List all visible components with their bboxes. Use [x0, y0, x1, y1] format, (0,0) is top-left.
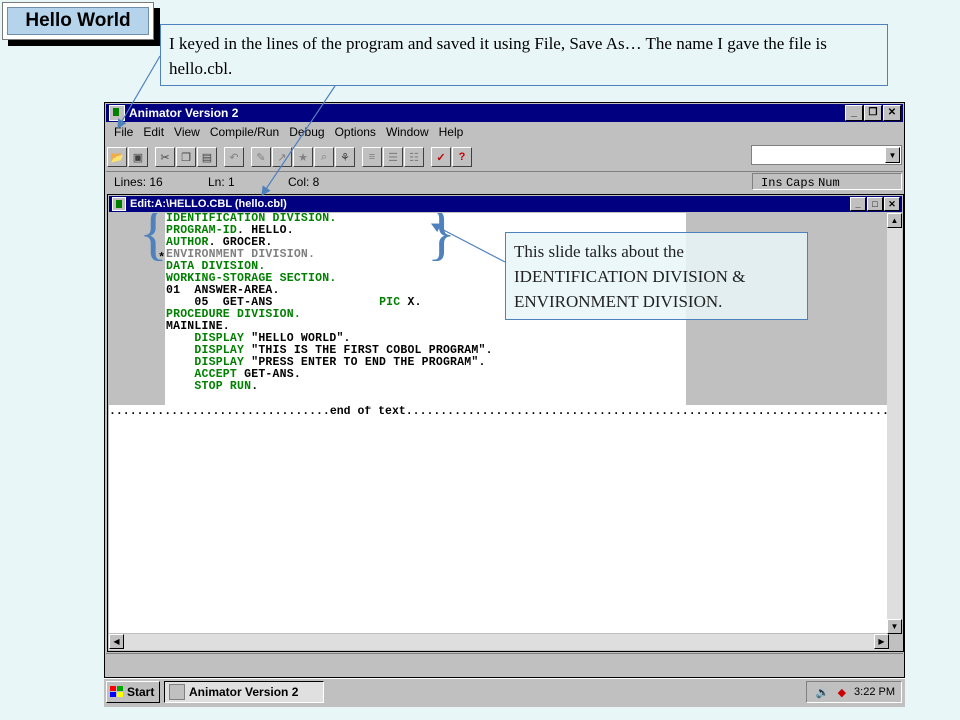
caps-indicator: Caps	[785, 176, 815, 190]
vertical-scrollbar[interactable]: ▲ ▼	[887, 213, 902, 634]
paste-icon[interactable]: ▤	[197, 147, 217, 167]
breakpoint-icon[interactable]: ☰	[383, 147, 403, 167]
find-icon[interactable]: ⌕	[314, 147, 334, 167]
end-of-text-label: end of text	[329, 406, 406, 418]
windows-logo-icon	[110, 686, 124, 698]
help-icon[interactable]: ?	[452, 147, 472, 167]
app-titlebar[interactable]: Animator Version 2 _ ❐ ✕	[106, 104, 903, 122]
taskbar-animator-label: Animator Version 2	[189, 685, 299, 699]
toolbar-dropdown[interactable]: ▼	[751, 145, 902, 165]
open-folder-icon[interactable]: 📂	[107, 147, 127, 167]
watch-icon[interactable]: ≡	[362, 147, 382, 167]
zoom-icon[interactable]: ★	[293, 147, 313, 167]
taskbar: Start Animator Version 2 🔊 ◆ 3:22 PM	[104, 678, 905, 707]
app-title: Animator Version 2	[129, 106, 239, 120]
taskbar-animator[interactable]: Animator Version 2	[164, 681, 324, 703]
start-button[interactable]: Start	[106, 681, 160, 703]
line-number: Ln: 1	[208, 175, 235, 189]
close-button[interactable]: ✕	[883, 105, 901, 121]
animator-window: Animator Version 2 _ ❐ ✕ File Edit View …	[104, 102, 905, 678]
chevron-down-icon[interactable]: ▼	[885, 147, 900, 163]
animate-icon[interactable]: ⚘	[335, 147, 355, 167]
animator-task-icon	[169, 684, 185, 700]
network-icon[interactable]: ◆	[838, 686, 846, 699]
callout-filename: I keyed in the lines of the program and …	[160, 24, 888, 86]
scroll-left-icon[interactable]: ◀	[109, 634, 124, 649]
save-icon[interactable]: ▣	[128, 147, 148, 167]
menu-view[interactable]: View	[169, 124, 205, 142]
menu-debug[interactable]: Debug	[284, 124, 329, 142]
horizontal-scrollbar[interactable]: ◀ ▶	[109, 634, 889, 650]
menu-file[interactable]: File	[109, 124, 138, 142]
editor-title: Edit:A:\HELLO.CBL (hello.cbl)	[130, 198, 287, 210]
animator-icon	[109, 105, 125, 121]
toolbar: 📂 ▣ ✂ ❐ ▤ ↶ ✎ ↗ ★ ⌕ ⚘ ≡ ☰ ☷ ✓ ?	[107, 145, 473, 169]
undo-icon[interactable]: ↶	[224, 147, 244, 167]
scroll-right-icon[interactable]: ▶	[874, 634, 889, 649]
editor-titlebar[interactable]: Edit:A:\HELLO.CBL (hello.cbl) _ □ ✕	[109, 196, 902, 212]
editor-maximize-button[interactable]: □	[867, 197, 883, 211]
end-of-text: ................................end of t…	[109, 406, 889, 418]
menu-window[interactable]: Window	[381, 124, 434, 142]
slide-title: Hello World	[7, 7, 149, 35]
speaker-icon[interactable]: 🔊	[816, 686, 830, 699]
menu-help[interactable]: Help	[434, 124, 469, 142]
cut-icon[interactable]: ✂	[155, 147, 175, 167]
step-icon[interactable]: ✎	[251, 147, 271, 167]
scroll-down-icon[interactable]: ▼	[887, 619, 902, 634]
menu-edit[interactable]: Edit	[138, 124, 169, 142]
editor-close-button[interactable]: ✕	[884, 197, 900, 211]
copy-icon[interactable]: ❐	[176, 147, 196, 167]
scroll-up-icon[interactable]: ▲	[887, 213, 902, 228]
right-brace: }	[427, 213, 456, 266]
column-number: Col: 8	[288, 175, 320, 189]
code-line: STOP RUN.	[194, 380, 259, 393]
slide-title-box: Hello World	[2, 2, 154, 40]
editor-minimize-button[interactable]: _	[850, 197, 866, 211]
check-icon[interactable]: ✓	[431, 147, 451, 167]
app-status-bar	[106, 653, 903, 676]
lines-count: Lines: 16	[114, 175, 163, 189]
num-indicator: Num	[818, 176, 840, 190]
menu-options[interactable]: Options	[330, 124, 381, 142]
restore-button[interactable]: ❐	[864, 105, 882, 121]
editor-status-row: Lines: 16 Ln: 1 Col: 8 Ins Caps Num	[106, 171, 903, 192]
ins-indicator: Ins	[761, 176, 783, 190]
editor-icon	[112, 197, 126, 211]
left-brace: {	[139, 213, 168, 266]
run-icon[interactable]: ↗	[272, 147, 292, 167]
minimize-button[interactable]: _	[845, 105, 863, 121]
system-tray: 🔊 ◆ 3:22 PM	[806, 681, 902, 703]
callout-divisions: This slide talks about the IDENTIFICATIO…	[505, 232, 808, 320]
clock[interactable]: 3:22 PM	[854, 686, 895, 698]
menu-compile-run[interactable]: Compile/Run	[205, 124, 284, 142]
list-icon[interactable]: ☷	[404, 147, 424, 167]
menubar: File Edit View Compile/Run Debug Options…	[109, 124, 468, 142]
keyboard-status: Ins Caps Num	[752, 173, 902, 190]
start-label: Start	[127, 685, 155, 699]
